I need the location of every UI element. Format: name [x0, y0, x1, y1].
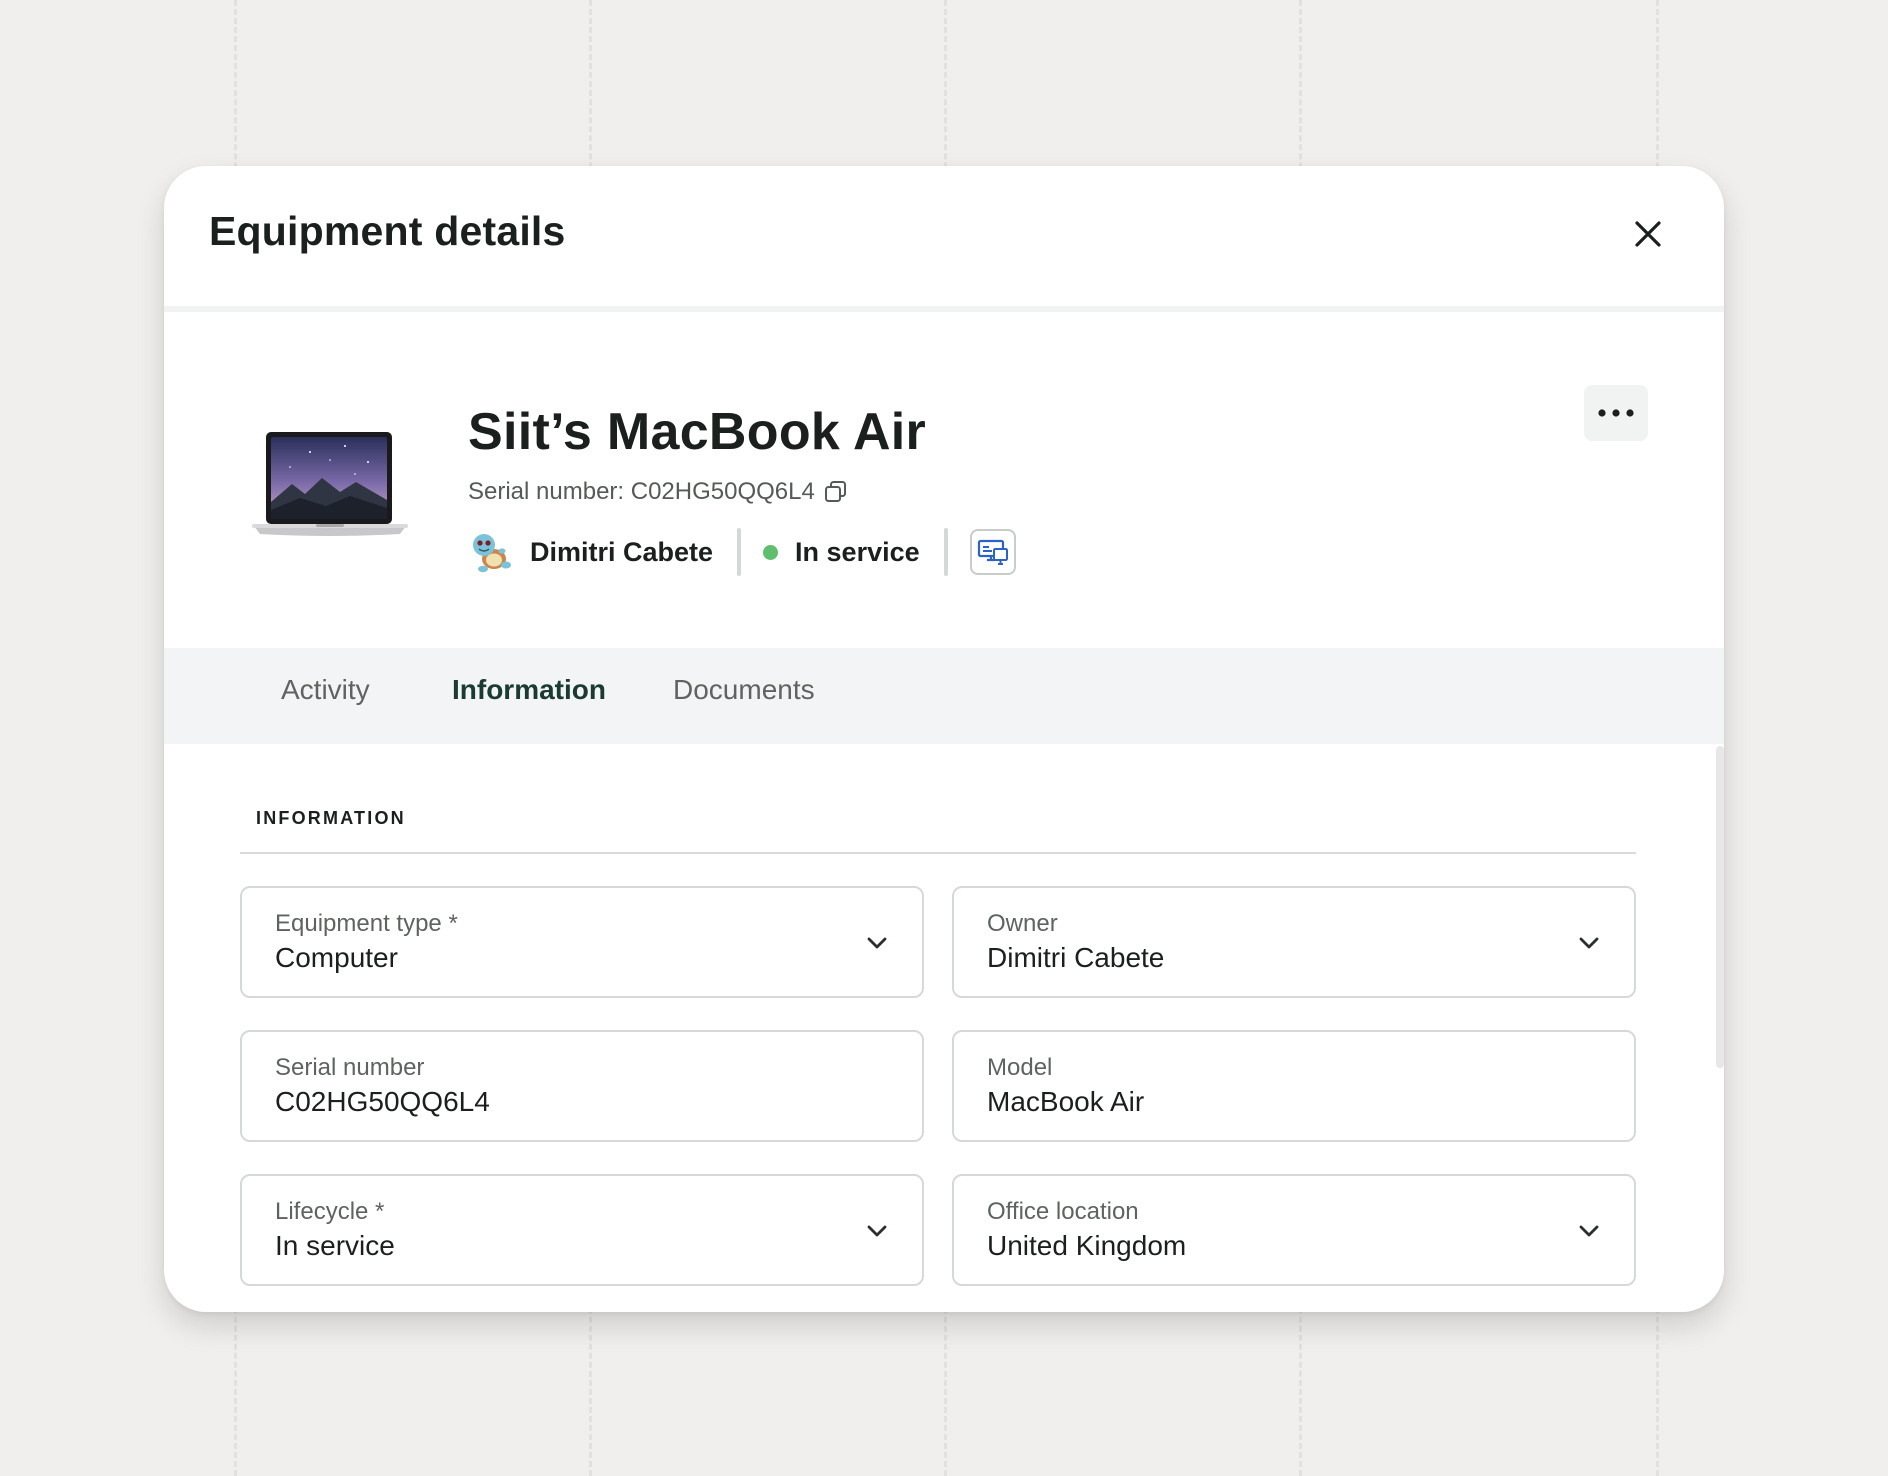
more-horizontal-icon	[1598, 409, 1634, 417]
field-value: Dimitri Cabete	[987, 942, 1165, 973]
remote-desktop-button[interactable]	[969, 529, 1016, 575]
owner-select[interactable]: Owner Dimitri Cabete	[952, 886, 1636, 998]
field-label: Owner	[987, 910, 1058, 937]
chevron-down-icon	[867, 937, 887, 949]
information-panel: INFORMATION Equipment type * Computer Ow…	[164, 744, 1724, 1312]
tab-bar: Activity Information Documents	[164, 648, 1724, 744]
field-label: Model	[987, 1054, 1053, 1081]
field-label: Office location	[987, 1198, 1139, 1225]
field-label: Equipment type *	[275, 910, 458, 937]
tab-activity[interactable]: Activity	[281, 674, 370, 706]
remote-desktop-icon	[977, 539, 1008, 565]
chevron-down-icon	[1579, 1225, 1599, 1237]
modal-title: Equipment details	[209, 208, 566, 254]
avatar[interactable]	[468, 529, 514, 575]
close-button[interactable]	[1628, 214, 1668, 254]
tab-information[interactable]: Information	[452, 674, 606, 706]
field-label: Serial number	[275, 1054, 425, 1081]
section-title: INFORMATION	[256, 808, 406, 828]
section-divider	[240, 852, 1636, 854]
asset-name: Siit’s MacBook Air	[468, 403, 927, 461]
chevron-down-icon	[1579, 937, 1599, 949]
copy-icon[interactable]	[823, 479, 849, 505]
serial-number-line: Serial number: C02HG50QQ6L4	[468, 478, 849, 506]
field-value: C02HG50QQ6L4	[275, 1086, 490, 1117]
office-location-select[interactable]: Office location United Kingdom	[952, 1174, 1636, 1286]
modal-header: Equipment details	[164, 166, 1724, 312]
owner-name[interactable]: Dimitri Cabete	[530, 537, 713, 568]
field-value: In service	[275, 1230, 395, 1261]
status-label: In service	[795, 536, 920, 567]
more-actions-button[interactable]	[1584, 385, 1648, 441]
equipment-type-select[interactable]: Equipment type * Computer	[240, 886, 924, 998]
equipment-details-modal: Equipment details Siit’s MacBook Air Ser…	[164, 166, 1724, 1312]
field-value: United Kingdom	[987, 1230, 1187, 1261]
field-value: MacBook Air	[987, 1086, 1145, 1117]
asset-summary: Siit’s MacBook Air Serial number: C02HG5…	[164, 312, 1724, 648]
asset-meta-row: Dimitri Cabete In service	[468, 527, 1016, 577]
serial-number-text: Serial number: C02HG50QQ6L4	[468, 478, 815, 505]
laptop-image	[252, 432, 408, 536]
close-icon	[1635, 221, 1661, 247]
model-field[interactable]: Model MacBook Air	[952, 1030, 1636, 1142]
divider	[737, 528, 742, 576]
serial-number-field[interactable]: Serial number C02HG50QQ6L4	[240, 1030, 924, 1142]
field-value: Computer	[275, 942, 398, 973]
divider	[943, 528, 948, 576]
lifecycle-select[interactable]: Lifecycle * In service	[240, 1174, 924, 1286]
status-indicator-dot	[763, 544, 779, 560]
field-label: Lifecycle *	[275, 1198, 385, 1225]
scrollbar[interactable]	[1716, 746, 1724, 1068]
chevron-down-icon	[867, 1225, 887, 1237]
tab-documents[interactable]: Documents	[673, 674, 815, 706]
